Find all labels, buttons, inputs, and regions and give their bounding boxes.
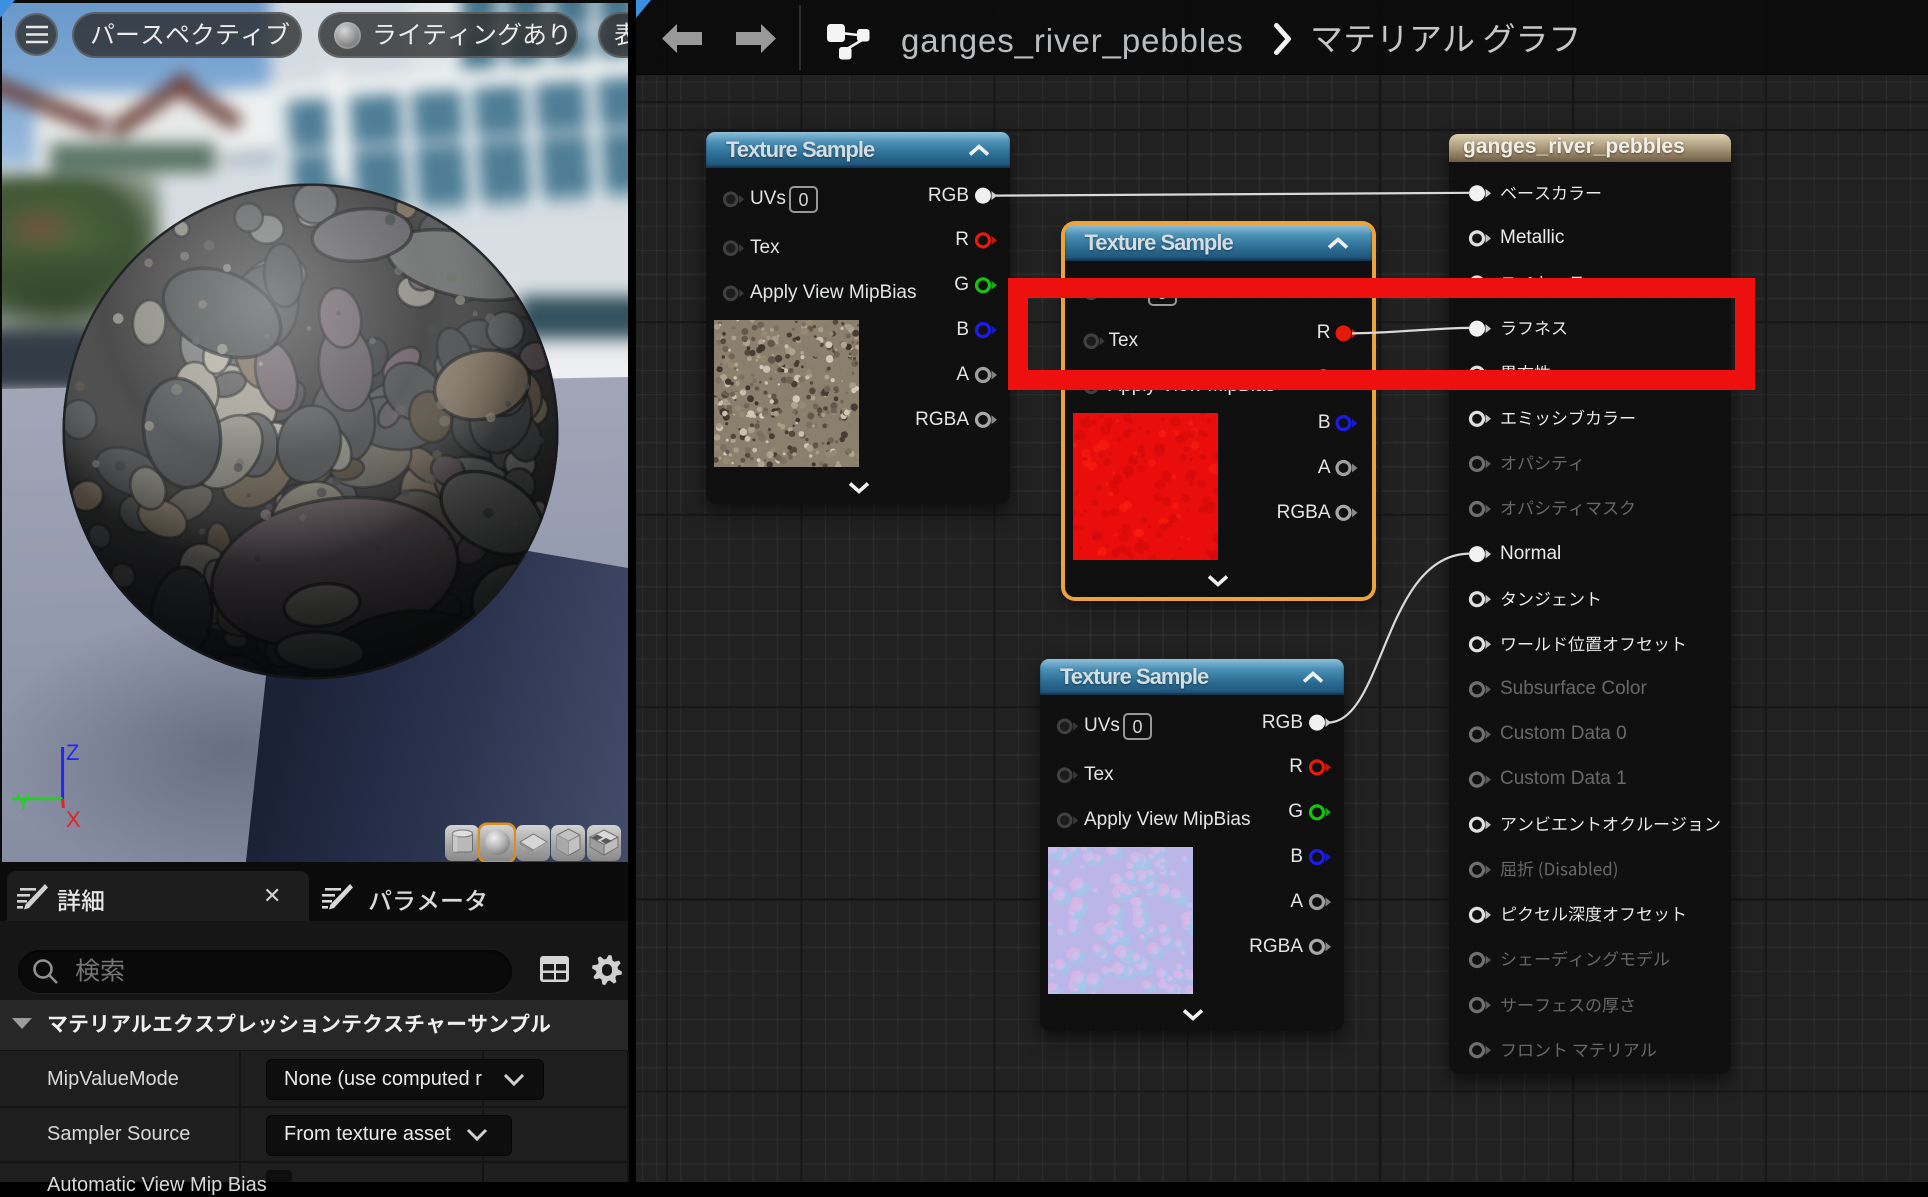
svg-text:X: X: [66, 807, 81, 832]
svg-text:Y: Y: [16, 790, 31, 815]
svg-text:Z: Z: [66, 740, 79, 765]
